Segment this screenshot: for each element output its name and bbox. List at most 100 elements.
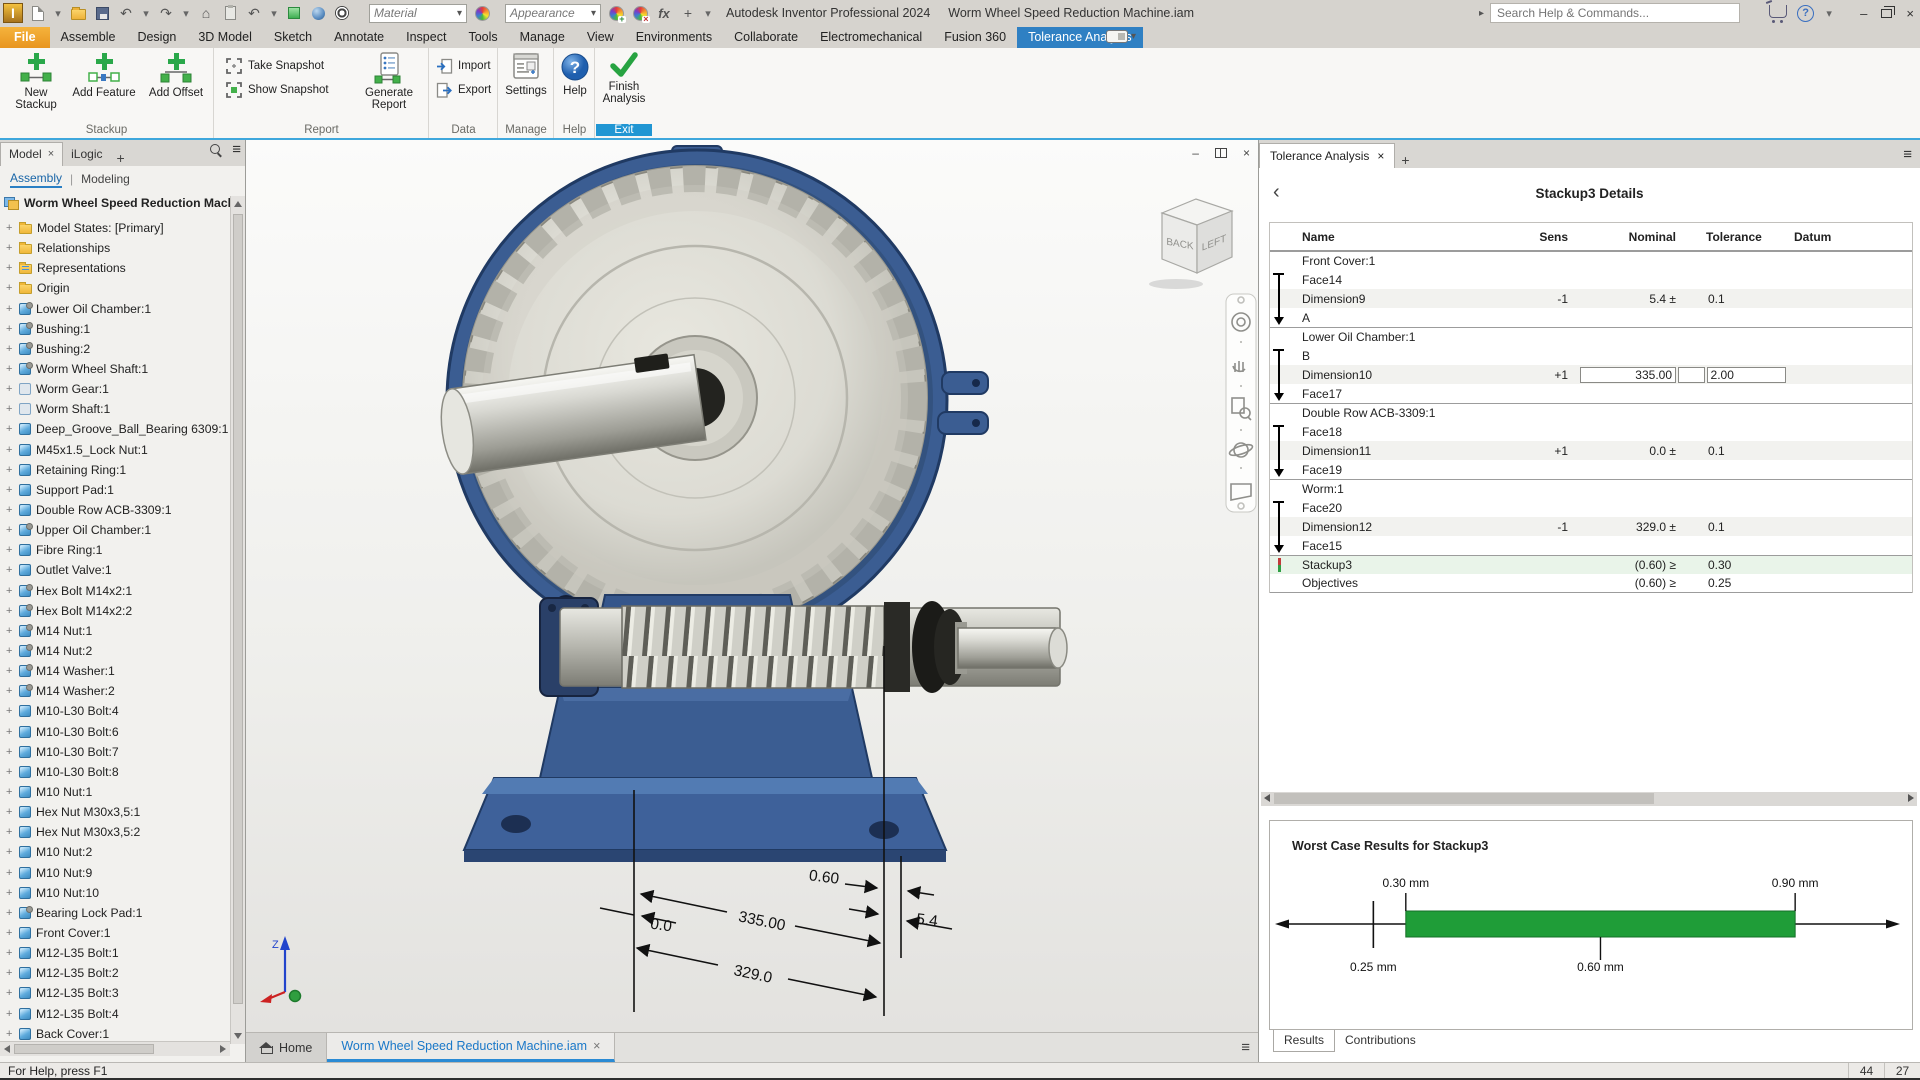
expander-icon[interactable]: +: [6, 867, 17, 879]
tree-item-lower-oil-chamber-1[interactable]: +Lower Oil Chamber:1: [0, 299, 230, 319]
column-name[interactable]: Name: [1288, 230, 1508, 244]
browser-horizontal-scrollbar[interactable]: [0, 1041, 230, 1056]
search-collapse-icon[interactable]: ▸: [1479, 8, 1484, 19]
expander-icon[interactable]: +: [6, 987, 17, 999]
tree-item-double-row-acb-3309-1[interactable]: +Double Row ACB-3309:1: [0, 500, 230, 520]
table-row-face18[interactable]: Face18: [1270, 422, 1912, 441]
restore-button[interactable]: [1881, 9, 1892, 18]
return-caret[interactable]: ▾: [269, 4, 279, 22]
toolbar-overflow-caret[interactable]: ▾: [703, 4, 713, 22]
mode-modeling[interactable]: Modeling: [81, 172, 130, 186]
expander-icon[interactable]: +: [6, 826, 17, 838]
tree-item-outlet-valve-1[interactable]: +Outlet Valve:1: [0, 560, 230, 580]
expander-icon[interactable]: +: [6, 484, 17, 496]
view-cube[interactable]: BACK LEFT: [1149, 199, 1232, 289]
table-row-face17[interactable]: Face17: [1270, 384, 1912, 403]
ribbon-tab-3d-model[interactable]: 3D Model: [187, 27, 263, 48]
expander-icon[interactable]: +: [6, 524, 17, 536]
group-label-data[interactable]: Data: [430, 124, 497, 136]
table-row-double-row-acb-3309-1[interactable]: Double Row ACB-3309:1: [1270, 403, 1912, 422]
group-label-help[interactable]: Help: [555, 124, 594, 136]
expander-icon[interactable]: +: [6, 585, 17, 597]
close-icon[interactable]: ×: [1377, 149, 1384, 163]
tree-item-m14-washer-2[interactable]: +M14 Washer:2: [0, 681, 230, 701]
save-button[interactable]: [93, 4, 111, 22]
close-button[interactable]: ×: [1906, 6, 1914, 21]
ribbon-tab-tools[interactable]: Tools: [457, 27, 508, 48]
tree-item-m12-l35-bolt-2[interactable]: +M12-L35 Bolt:2: [0, 963, 230, 983]
paste-button[interactable]: [221, 4, 239, 22]
tree-item-front-cover-1[interactable]: +Front Cover:1: [0, 923, 230, 943]
table-row-objectives[interactable]: Objectives(0.60) ≥0.25: [1270, 574, 1912, 593]
tree-item-worm-shaft-1[interactable]: +Worm Shaft:1: [0, 399, 230, 419]
expander-icon[interactable]: +: [6, 303, 17, 315]
expander-icon[interactable]: +: [6, 645, 17, 657]
expander-icon[interactable]: +: [6, 323, 17, 335]
appearance-select[interactable]: Appearance ▾: [505, 4, 601, 23]
table-row-front-cover-1[interactable]: Front Cover:1: [1270, 251, 1912, 270]
import-button[interactable]: Import: [436, 56, 491, 76]
table-row-face14[interactable]: Face14: [1270, 270, 1912, 289]
add-offset-button[interactable]: Add Offset: [144, 52, 208, 118]
scroll-left-icon[interactable]: [4, 1045, 10, 1053]
table-row-stackup3[interactable]: Stackup3(0.60) ≥0.30: [1270, 555, 1912, 574]
scroll-thumb[interactable]: [14, 1044, 154, 1054]
ribbon-tab-sketch[interactable]: Sketch: [263, 27, 323, 48]
scroll-thumb[interactable]: [1274, 793, 1654, 804]
ribbon-tab-design[interactable]: Design: [126, 27, 187, 48]
table-row-dimension12[interactable]: Dimension12-1329.0 ±0.1: [1270, 517, 1912, 536]
search-icon[interactable]: [210, 144, 222, 156]
new-stackup-button[interactable]: New Stackup: [4, 52, 68, 118]
adjust-add-button[interactable]: +: [607, 4, 625, 22]
expander-icon[interactable]: +: [6, 1028, 17, 1040]
panel-dock-control[interactable]: ▾: [1106, 30, 1136, 43]
expander-icon[interactable]: +: [6, 282, 17, 294]
worm-shaft[interactable]: [540, 596, 1067, 696]
tree-item-m45x1-5-lock-nut-1[interactable]: +M45x1.5_Lock Nut:1: [0, 440, 230, 460]
tree-item-m10-nut-2[interactable]: +M10 Nut:2: [0, 842, 230, 862]
group-label-stackup[interactable]: Stackup: [0, 124, 213, 136]
add-panel-tab-button[interactable]: +: [1395, 152, 1415, 168]
close-icon[interactable]: ×: [48, 148, 54, 160]
minimize-button[interactable]: –: [1860, 6, 1867, 21]
scroll-thumb[interactable]: [233, 214, 243, 1004]
expander-icon[interactable]: +: [6, 887, 17, 899]
ribbon-tab-view[interactable]: View: [576, 27, 625, 48]
expander-icon[interactable]: +: [6, 907, 17, 919]
material-select[interactable]: Material ▾: [369, 4, 467, 23]
tree-item-upper-oil-chamber-1[interactable]: +Upper Oil Chamber:1: [0, 520, 230, 540]
browser-tab-ilogic[interactable]: iLogic: [63, 143, 110, 166]
home-view-button[interactable]: ⌂: [197, 4, 215, 22]
tree-item-hex-bolt-m14x2-1[interactable]: +Hex Bolt M14x2:1: [0, 581, 230, 601]
ribbon-tab-manage[interactable]: Manage: [509, 27, 576, 48]
pattern-button[interactable]: [333, 4, 351, 22]
tree-item-m14-washer-1[interactable]: +M14 Washer:1: [0, 661, 230, 681]
ribbon-tab-file[interactable]: File: [0, 27, 50, 48]
tree-item-hex-bolt-m14x2-2[interactable]: +Hex Bolt M14x2:2: [0, 601, 230, 621]
undo-caret[interactable]: ▾: [141, 4, 151, 22]
expander-icon[interactable]: +: [6, 927, 17, 939]
tree-item-support-pad-1[interactable]: +Support Pad:1: [0, 480, 230, 500]
expander-icon[interactable]: +: [6, 786, 17, 798]
table-row-face20[interactable]: Face20: [1270, 498, 1912, 517]
show-snapshot-button[interactable]: Show Snapshot: [225, 80, 329, 100]
table-row-lower-oil-chamber-1[interactable]: Lower Oil Chamber:1: [1270, 327, 1912, 346]
tree-item-m10-l30-bolt-8[interactable]: +M10-L30 Bolt:8: [0, 762, 230, 782]
expander-icon[interactable]: +: [6, 746, 17, 758]
expander-icon[interactable]: +: [6, 464, 17, 476]
table-row-face15[interactable]: Face15: [1270, 536, 1912, 555]
tolerance-input[interactable]: 2.00: [1707, 367, 1786, 383]
panel-horizontal-scrollbar[interactable]: [1261, 792, 1917, 806]
tree-item-representations[interactable]: +Representations: [0, 258, 230, 278]
expander-icon[interactable]: +: [6, 544, 17, 556]
search-input[interactable]: [1490, 3, 1740, 23]
export-button[interactable]: Export: [436, 80, 491, 100]
tree-item-fibre-ring-1[interactable]: +Fibre Ring:1: [0, 540, 230, 560]
table-row-dimension10[interactable]: Dimension10+1335.002.00: [1270, 365, 1912, 384]
expander-icon[interactable]: +: [6, 625, 17, 637]
tree-item-m12-l35-bolt-1[interactable]: +M12-L35 Bolt:1: [0, 943, 230, 963]
tree-item-m10-nut-9[interactable]: +M10 Nut:9: [0, 863, 230, 883]
expander-icon[interactable]: +: [6, 806, 17, 818]
redo-button[interactable]: ↷: [157, 4, 175, 22]
tree-item-bearing-lock-pad-1[interactable]: +Bearing Lock Pad:1: [0, 903, 230, 923]
